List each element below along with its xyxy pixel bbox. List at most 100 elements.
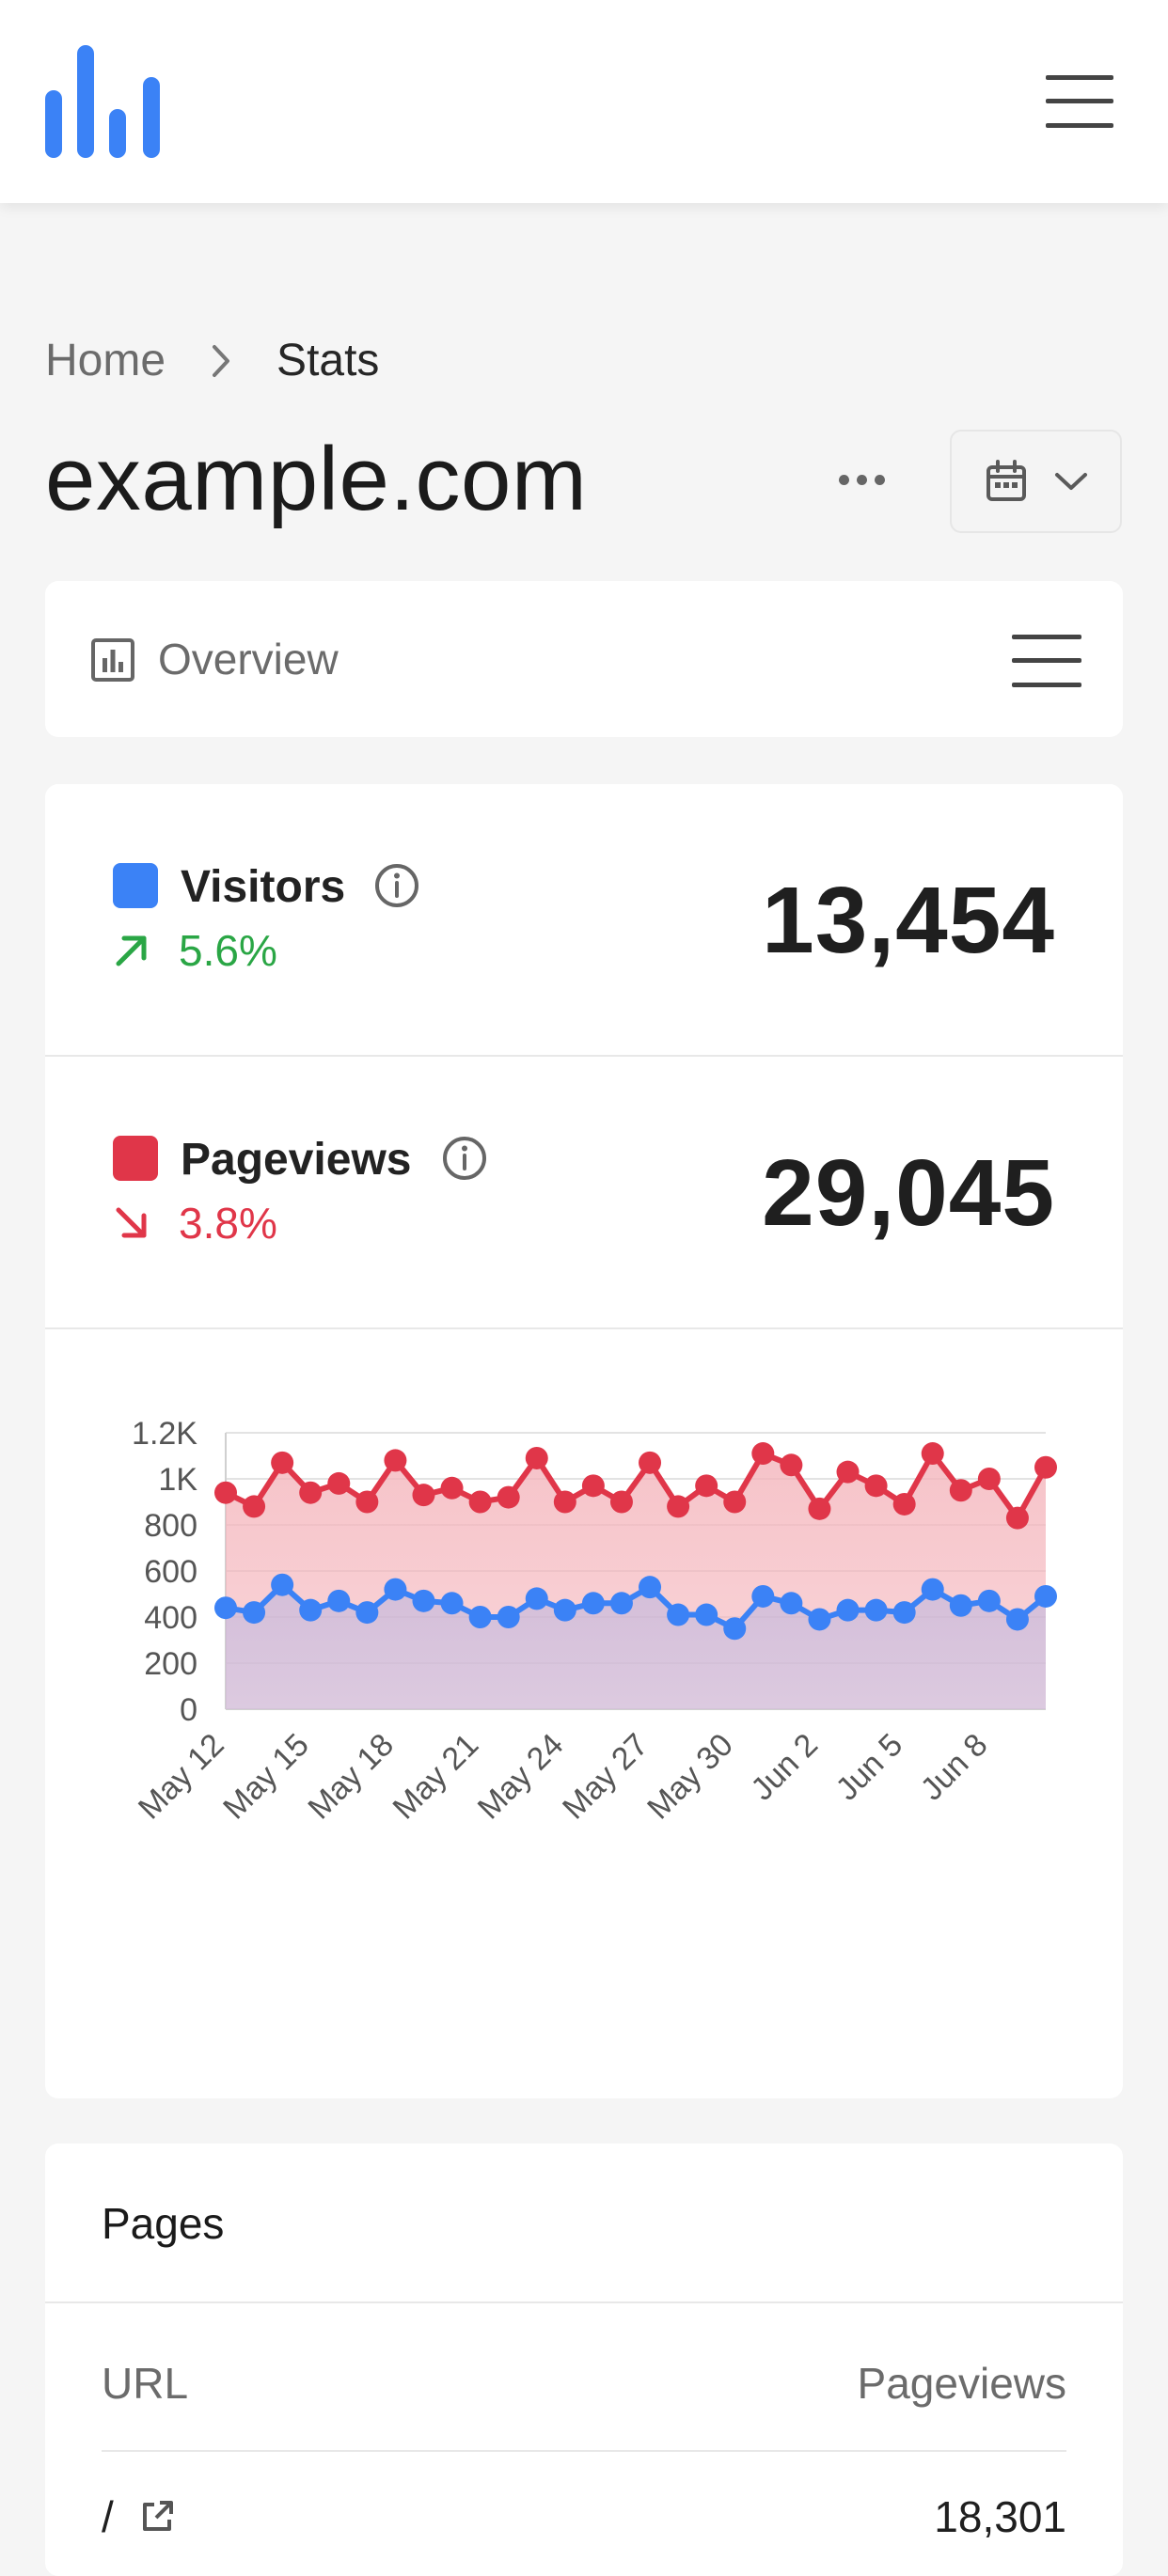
data-point-pageviews — [468, 1490, 492, 1514]
more-options-button[interactable] — [828, 451, 895, 508]
arrow-down-right-icon — [116, 1207, 147, 1238]
data-point-visitors — [639, 1576, 662, 1599]
data-point-visitors — [553, 1598, 576, 1622]
traffic-chart-svg: 02004006008001K1.2KMay 12May 15May 18May… — [132, 1416, 1057, 1827]
data-point-pageviews — [384, 1449, 407, 1472]
visitors-trend: 5.6% — [113, 925, 277, 976]
pageviews-metric[interactable]: Pageviews 3.8% 29,045 — [45, 1057, 1123, 1329]
data-point-visitors — [355, 1601, 379, 1625]
y-tick-label: 800 — [144, 1508, 197, 1544]
overview-label: Overview — [158, 635, 339, 683]
data-point-pageviews — [808, 1497, 831, 1520]
breadcrumb-current: Stats — [276, 336, 380, 385]
pageviews-value: 29,045 — [762, 1140, 1055, 1246]
hamburger-menu-icon[interactable] — [1046, 75, 1113, 128]
pages-title: Pages — [102, 2199, 225, 2248]
visitors-value: 13,454 — [762, 868, 1055, 973]
chevron-down-icon — [1054, 473, 1087, 490]
y-tick-label: 400 — [144, 1600, 197, 1636]
x-tick-label: May 12 — [132, 1727, 231, 1827]
date-range-button[interactable] — [950, 430, 1122, 533]
more-dots-icon — [838, 474, 849, 485]
overview-menu-icon[interactable] — [1012, 635, 1081, 687]
data-point-visitors — [892, 1601, 916, 1625]
data-point-visitors — [751, 1584, 775, 1608]
overview-card: Overview — [45, 581, 1123, 737]
visitors-change: 5.6% — [179, 926, 277, 975]
page-pageviews: 18,301 — [934, 2492, 1066, 2541]
info-icon[interactable] — [442, 1136, 487, 1181]
data-point-pageviews — [609, 1490, 633, 1514]
url-column-header: URL — [102, 2359, 189, 2408]
data-point-pageviews — [751, 1442, 775, 1466]
calendar-icon — [986, 460, 1026, 501]
data-point-pageviews — [581, 1474, 605, 1498]
y-tick-label: 200 — [144, 1646, 197, 1682]
x-tick-label: May 18 — [301, 1727, 401, 1827]
x-tick-label: Jun 2 — [744, 1727, 825, 1808]
data-point-visitors — [1005, 1608, 1029, 1631]
x-tick-label: May 24 — [471, 1727, 571, 1827]
data-point-pageviews — [836, 1460, 860, 1484]
y-tick-label: 0 — [180, 1692, 197, 1728]
data-point-pageviews — [271, 1451, 294, 1474]
data-point-visitors — [327, 1589, 351, 1612]
data-point-visitors — [412, 1589, 435, 1612]
data-point-visitors — [780, 1592, 803, 1615]
data-point-pageviews — [977, 1468, 1001, 1490]
page-title: example.com — [45, 429, 588, 529]
data-point-visitors — [1034, 1584, 1057, 1608]
data-point-visitors — [581, 1592, 605, 1615]
external-link-icon[interactable] — [138, 2498, 176, 2536]
data-point-pageviews — [667, 1495, 690, 1518]
data-point-pageviews — [864, 1474, 888, 1498]
y-tick-label: 1K — [158, 1462, 197, 1498]
stats-card: Visitors 5.6% 13,454 Pageviews 3.8% 29,0… — [45, 784, 1123, 2098]
x-tick-label: May 21 — [387, 1727, 486, 1827]
data-point-pageviews — [921, 1442, 944, 1466]
data-point-pageviews — [299, 1481, 323, 1504]
data-point-visitors — [440, 1592, 464, 1615]
data-point-pageviews — [780, 1453, 803, 1477]
chevron-right-icon — [213, 344, 230, 377]
data-point-pageviews — [214, 1481, 237, 1504]
x-tick-label: May 15 — [216, 1727, 316, 1827]
data-point-pageviews — [1034, 1455, 1057, 1479]
pageviews-label: Pageviews — [181, 1135, 412, 1185]
data-point-pageviews — [949, 1479, 972, 1502]
x-tick-label: Jun 5 — [829, 1727, 910, 1808]
data-point-visitors — [949, 1594, 972, 1617]
visitors-swatch — [113, 863, 158, 908]
divider — [45, 2301, 1123, 2303]
data-point-visitors — [468, 1606, 492, 1628]
info-icon[interactable] — [374, 863, 419, 908]
x-tick-label: Jun 8 — [914, 1727, 995, 1808]
visitors-metric[interactable]: Visitors 5.6% 13,454 — [45, 784, 1123, 1057]
data-point-visitors — [921, 1578, 944, 1601]
pageviews-column-header: Pageviews — [857, 2359, 1066, 2408]
bar-chart-logo-icon[interactable] — [45, 45, 160, 158]
page-url-link[interactable]: / — [102, 2491, 176, 2542]
bar-chart-square-icon — [91, 638, 134, 682]
data-point-pageviews — [525, 1446, 548, 1469]
data-point-visitors — [864, 1598, 888, 1622]
data-point-pageviews — [355, 1490, 379, 1514]
page-url: / — [102, 2492, 114, 2541]
data-point-pageviews — [639, 1451, 662, 1474]
data-point-visitors — [808, 1608, 831, 1631]
data-point-pageviews — [412, 1484, 435, 1507]
y-tick-label: 1.2K — [132, 1416, 197, 1452]
data-point-pageviews — [440, 1476, 464, 1500]
x-tick-label: May 27 — [556, 1727, 655, 1827]
data-point-pageviews — [695, 1474, 718, 1498]
data-point-visitors — [723, 1617, 747, 1641]
data-point-visitors — [497, 1606, 520, 1628]
data-point-visitors — [299, 1598, 323, 1622]
data-point-visitors — [243, 1601, 266, 1625]
breadcrumb-home-link[interactable]: Home — [45, 335, 166, 386]
breadcrumb: Home Stats — [45, 335, 379, 386]
pageviews-trend: 3.8% — [113, 1198, 277, 1249]
data-point-pageviews — [327, 1471, 351, 1495]
data-point-visitors — [271, 1573, 294, 1596]
visitors-label: Visitors — [181, 862, 346, 912]
